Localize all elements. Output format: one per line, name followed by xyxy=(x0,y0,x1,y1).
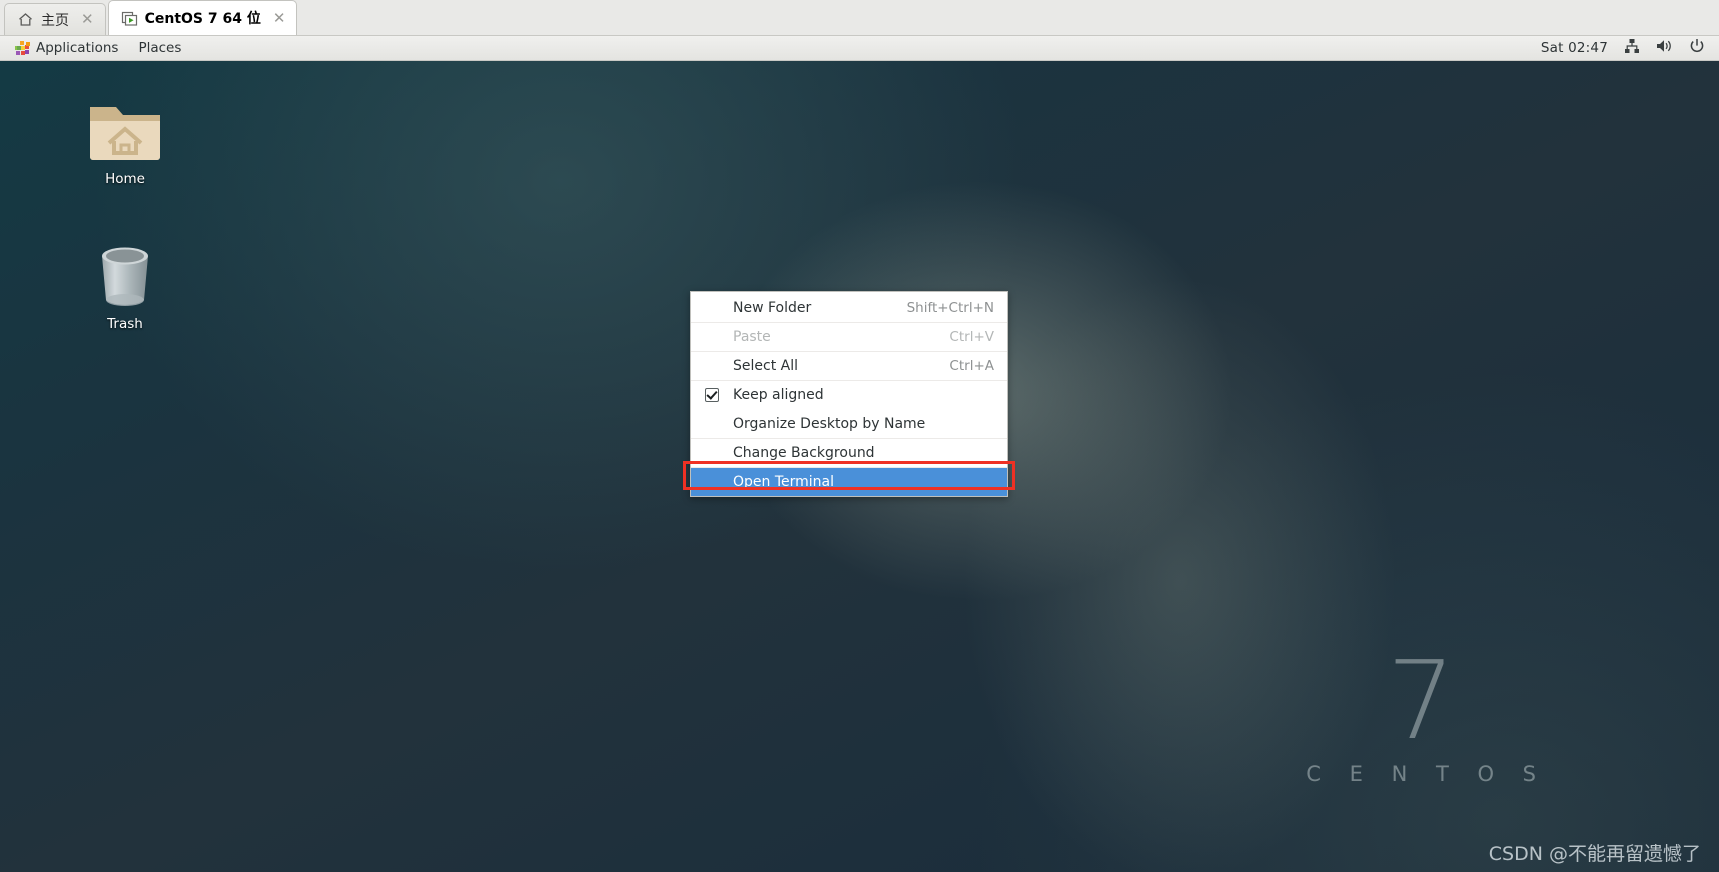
vm-tab-strip: 主页 ✕ CentOS 7 64 位 ✕ xyxy=(0,0,1719,36)
home-folder-icon xyxy=(65,91,185,165)
menu-item-new-folder[interactable]: New Folder Shift+Ctrl+N xyxy=(691,293,1007,322)
panel-left-group: Applications Places xyxy=(0,38,190,58)
menu-item-change-background-label: Change Background xyxy=(733,445,875,461)
tab-centos-label: CentOS 7 64 位 xyxy=(144,11,261,27)
tab-home-label: 主页 xyxy=(41,12,69,29)
centos-version-number: 7 xyxy=(1386,639,1456,765)
menu-item-organize-desktop-label: Organize Desktop by Name xyxy=(733,415,926,432)
power-icon[interactable] xyxy=(1689,38,1705,58)
menu-item-select-all-label: Select All xyxy=(733,358,798,374)
desktop-icon-home-label: Home xyxy=(105,171,145,187)
menu-item-change-background[interactable]: Change Background xyxy=(691,438,1007,467)
tab-home-close-icon[interactable]: ✕ xyxy=(79,12,96,27)
desktop-context-menu: New Folder Shift+Ctrl+N Paste Ctrl+V Sel… xyxy=(690,291,1008,497)
trash-can-icon xyxy=(65,236,185,310)
menu-item-keep-aligned-label: Keep aligned xyxy=(733,387,824,403)
menu-item-open-terminal[interactable]: Open Terminal xyxy=(691,467,1007,496)
centos-watermark: 7 C E N T O S xyxy=(1295,639,1547,786)
centos-wordmark: C E N T O S xyxy=(1306,762,1547,786)
panel-clock[interactable]: Sat 02:47 xyxy=(1541,40,1608,56)
menu-item-new-folder-label: New Folder xyxy=(733,299,812,316)
csdn-credit-watermark: CSDN @不能再留遗憾了 xyxy=(1488,843,1701,865)
keep-aligned-checkbox[interactable] xyxy=(705,388,719,402)
menu-item-select-all-accel: Ctrl+A xyxy=(949,358,994,374)
desktop-icon-trash-label: Trash xyxy=(107,316,143,332)
menu-applications-label: Applications xyxy=(36,40,119,56)
panel-status-area: Sat 02:47 xyxy=(1541,38,1719,58)
menu-item-new-folder-accel: Shift+Ctrl+N xyxy=(906,299,994,316)
tab-centos-close-icon[interactable]: ✕ xyxy=(271,10,288,26)
gnome-top-panel: Applications Places Sat 02:47 xyxy=(0,36,1719,61)
menu-item-organize-desktop[interactable]: Organize Desktop by Name xyxy=(691,409,1007,438)
menu-applications[interactable]: Applications xyxy=(6,38,127,58)
home-icon xyxy=(17,11,34,28)
menu-item-paste-label: Paste xyxy=(733,329,771,345)
menu-item-keep-aligned[interactable]: Keep aligned xyxy=(691,380,1007,409)
menu-places[interactable]: Places xyxy=(129,38,190,58)
applications-grid-icon xyxy=(15,40,30,56)
menu-item-open-terminal-label: Open Terminal xyxy=(733,474,835,490)
volume-icon[interactable] xyxy=(1656,38,1673,58)
menu-item-select-all[interactable]: Select All Ctrl+A xyxy=(691,351,1007,380)
tab-home[interactable]: 主页 ✕ xyxy=(4,3,106,35)
menu-places-label: Places xyxy=(138,40,182,56)
desktop-icon-home[interactable]: Home xyxy=(65,91,185,187)
vm-play-icon xyxy=(121,10,138,27)
tab-centos[interactable]: CentOS 7 64 位 ✕ xyxy=(107,0,298,35)
menu-item-paste: Paste Ctrl+V xyxy=(691,322,1007,351)
menu-item-paste-accel: Ctrl+V xyxy=(949,329,994,345)
network-wired-icon[interactable] xyxy=(1624,38,1640,58)
desktop-icon-trash[interactable]: Trash xyxy=(65,236,185,332)
